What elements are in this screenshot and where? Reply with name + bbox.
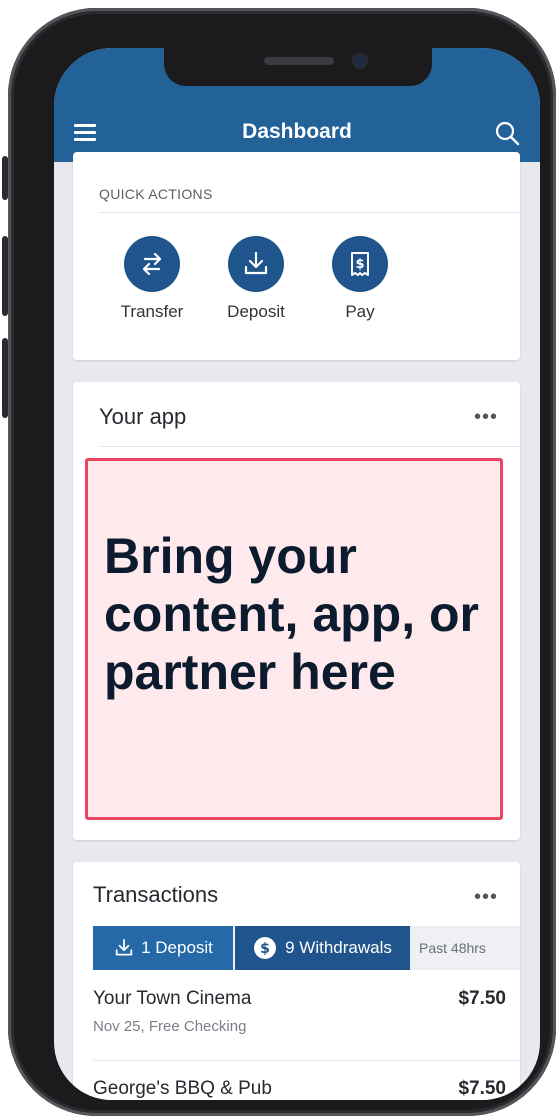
deposit-label: Deposit	[227, 302, 285, 321]
transaction-row[interactable]: George's BBQ & Pub $7.50	[93, 1078, 506, 1100]
deposit-icon	[115, 939, 133, 956]
phone-frame: Dashboard QUICK ACTIONS Transfer Deposit…	[2, 8, 556, 1116]
screen: Dashboard QUICK ACTIONS Transfer Deposit…	[54, 48, 540, 1100]
pay-label: Pay	[345, 302, 375, 321]
svg-text:$: $	[260, 941, 270, 957]
transfer-label: Transfer	[120, 302, 184, 321]
deposit-button[interactable]: Deposit	[211, 236, 301, 322]
transaction-row[interactable]: Your Town Cinema Nov 25, Free Checking $…	[93, 988, 506, 1035]
more-options-icon[interactable]: •••	[474, 886, 498, 909]
volume-up-button	[2, 236, 8, 316]
svg-text:$: $	[355, 257, 364, 272]
pay-button[interactable]: $ Pay	[315, 236, 405, 322]
quick-actions-card: QUICK ACTIONS Transfer Deposit $ Pay	[73, 152, 520, 360]
volume-down-button	[2, 338, 8, 418]
transaction-amount: $7.50	[458, 988, 506, 1009]
card-title: Your app	[99, 404, 187, 429]
transactions-card: Transactions ••• 1 Deposit $ 9 Withdrawa…	[73, 862, 520, 1100]
period-label: Past 48hrs	[419, 940, 486, 956]
withdrawals-tab-label: 9 Withdrawals	[285, 938, 392, 957]
silent-switch	[2, 156, 8, 200]
transaction-name: Your Town Cinema	[93, 988, 252, 1009]
your-app-card: Your app ••• Bring your content, app, or…	[73, 382, 520, 840]
dashboard-content: QUICK ACTIONS Transfer Deposit $ Pay You…	[54, 152, 540, 1100]
divider	[99, 212, 520, 213]
transaction-amount: $7.50	[458, 1078, 506, 1099]
withdrawals-tab[interactable]: $ 9 Withdrawals	[235, 926, 410, 970]
dollar-icon: $	[254, 937, 277, 959]
deposit-icon	[228, 236, 284, 292]
search-icon[interactable]	[494, 120, 520, 146]
speaker	[264, 57, 334, 65]
transfer-button[interactable]: Transfer	[107, 236, 197, 322]
bill-pay-icon: $	[332, 236, 388, 292]
transaction-filter-tabs: 1 Deposit $ 9 Withdrawals Past 48hrs	[93, 926, 520, 970]
card-title: Transactions	[93, 882, 219, 907]
deposits-tab-label: 1 Deposit	[141, 938, 213, 957]
transaction-name: George's BBQ & Pub	[93, 1078, 272, 1099]
notch	[164, 48, 432, 86]
transaction-detail: Nov 25, Free Checking	[93, 1018, 247, 1035]
divider	[99, 446, 520, 447]
camera	[354, 55, 366, 67]
divider	[93, 1060, 520, 1061]
more-options-icon[interactable]: •••	[474, 406, 498, 429]
promo-text: Bring your content, app, or partner here	[104, 528, 479, 700]
deposits-tab[interactable]: 1 Deposit	[93, 926, 233, 970]
transfer-icon	[124, 236, 180, 292]
promo-banner[interactable]: Bring your content, app, or partner here	[85, 458, 503, 820]
quick-actions-label: QUICK ACTIONS	[99, 186, 213, 202]
page-title: Dashboard	[242, 120, 352, 143]
